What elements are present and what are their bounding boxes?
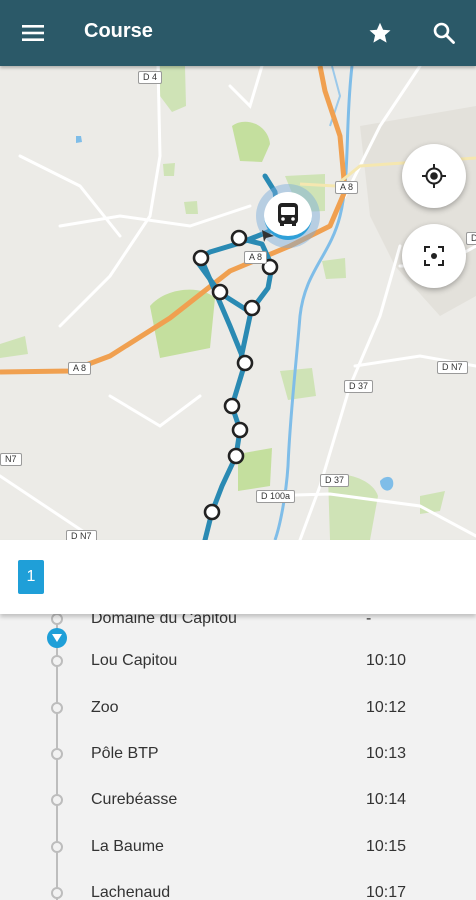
road-label: D N7	[437, 361, 468, 374]
list-item[interactable]: Pôle BTP 10:13	[0, 734, 476, 774]
stop-name: La Baume	[91, 838, 164, 855]
road-label: D 100a	[256, 490, 296, 503]
line-badge[interactable]: 1	[18, 560, 44, 594]
stop-time: 10:12	[366, 699, 407, 716]
stop-time: 10:15	[366, 838, 407, 855]
road-label: A 8	[335, 181, 359, 194]
road-label: D N7	[66, 530, 97, 540]
stop-time: 10:14	[366, 791, 407, 808]
menu-icon[interactable]	[14, 17, 52, 49]
line-selector: 1	[0, 540, 476, 614]
stop-time: 10:10	[366, 652, 407, 669]
fit-screen-icon	[424, 246, 444, 266]
stop-dot	[51, 887, 63, 899]
stop-time: 10:13	[366, 745, 407, 762]
stops-list[interactable]: Domaine du Capitou - Lou Capitou 10:10 Z…	[0, 614, 476, 900]
map-canvas	[0, 66, 476, 540]
road-label: A 8	[244, 251, 268, 264]
star-icon[interactable]	[362, 15, 398, 51]
stop-time: 10:17	[366, 884, 407, 900]
app-bar: Course	[0, 0, 476, 66]
stop-dot	[51, 702, 63, 714]
stop-time: -	[366, 614, 372, 627]
stop-name: Domaine du Capitou	[91, 614, 237, 627]
road-label: N7	[0, 453, 22, 466]
list-item[interactable]: Lou Capitou 10:10	[0, 641, 476, 681]
stop-name: Pôle BTP	[91, 745, 159, 762]
fit-route-button[interactable]	[402, 224, 466, 288]
my-location-button[interactable]	[402, 144, 466, 208]
map-view[interactable]: D 4 A 8 A 8 A 8 D 37 D N7 N7 D 37 D 100a…	[0, 66, 476, 540]
search-icon[interactable]	[426, 15, 462, 51]
road-label: D 37	[320, 474, 350, 487]
direction-arrow-icon	[262, 230, 274, 242]
list-item[interactable]: Zoo 10:12	[0, 688, 476, 728]
road-label: D	[466, 232, 476, 245]
stop-name: Lou Capitou	[91, 652, 178, 669]
stop-name: Lachenaud	[91, 884, 171, 900]
list-item[interactable]: La Baume 10:15	[0, 827, 476, 867]
stop-dot	[51, 841, 63, 853]
stop-dot	[51, 748, 63, 760]
stop-dot	[51, 614, 63, 625]
stop-name: Zoo	[91, 699, 119, 716]
stop-dot	[51, 794, 63, 806]
list-item[interactable]: Curebéasse 10:14	[0, 780, 476, 820]
list-item[interactable]: Lachenaud 10:17	[0, 873, 476, 900]
my-location-icon	[422, 164, 446, 188]
page-title: Course	[84, 20, 153, 42]
road-label: D 4	[138, 71, 163, 84]
stop-dot	[51, 655, 63, 667]
road-label: A 8	[68, 362, 92, 375]
list-item[interactable]: Domaine du Capitou -	[0, 614, 476, 639]
stop-name: Curebéasse	[91, 791, 178, 808]
road-label: D 37	[344, 380, 374, 393]
